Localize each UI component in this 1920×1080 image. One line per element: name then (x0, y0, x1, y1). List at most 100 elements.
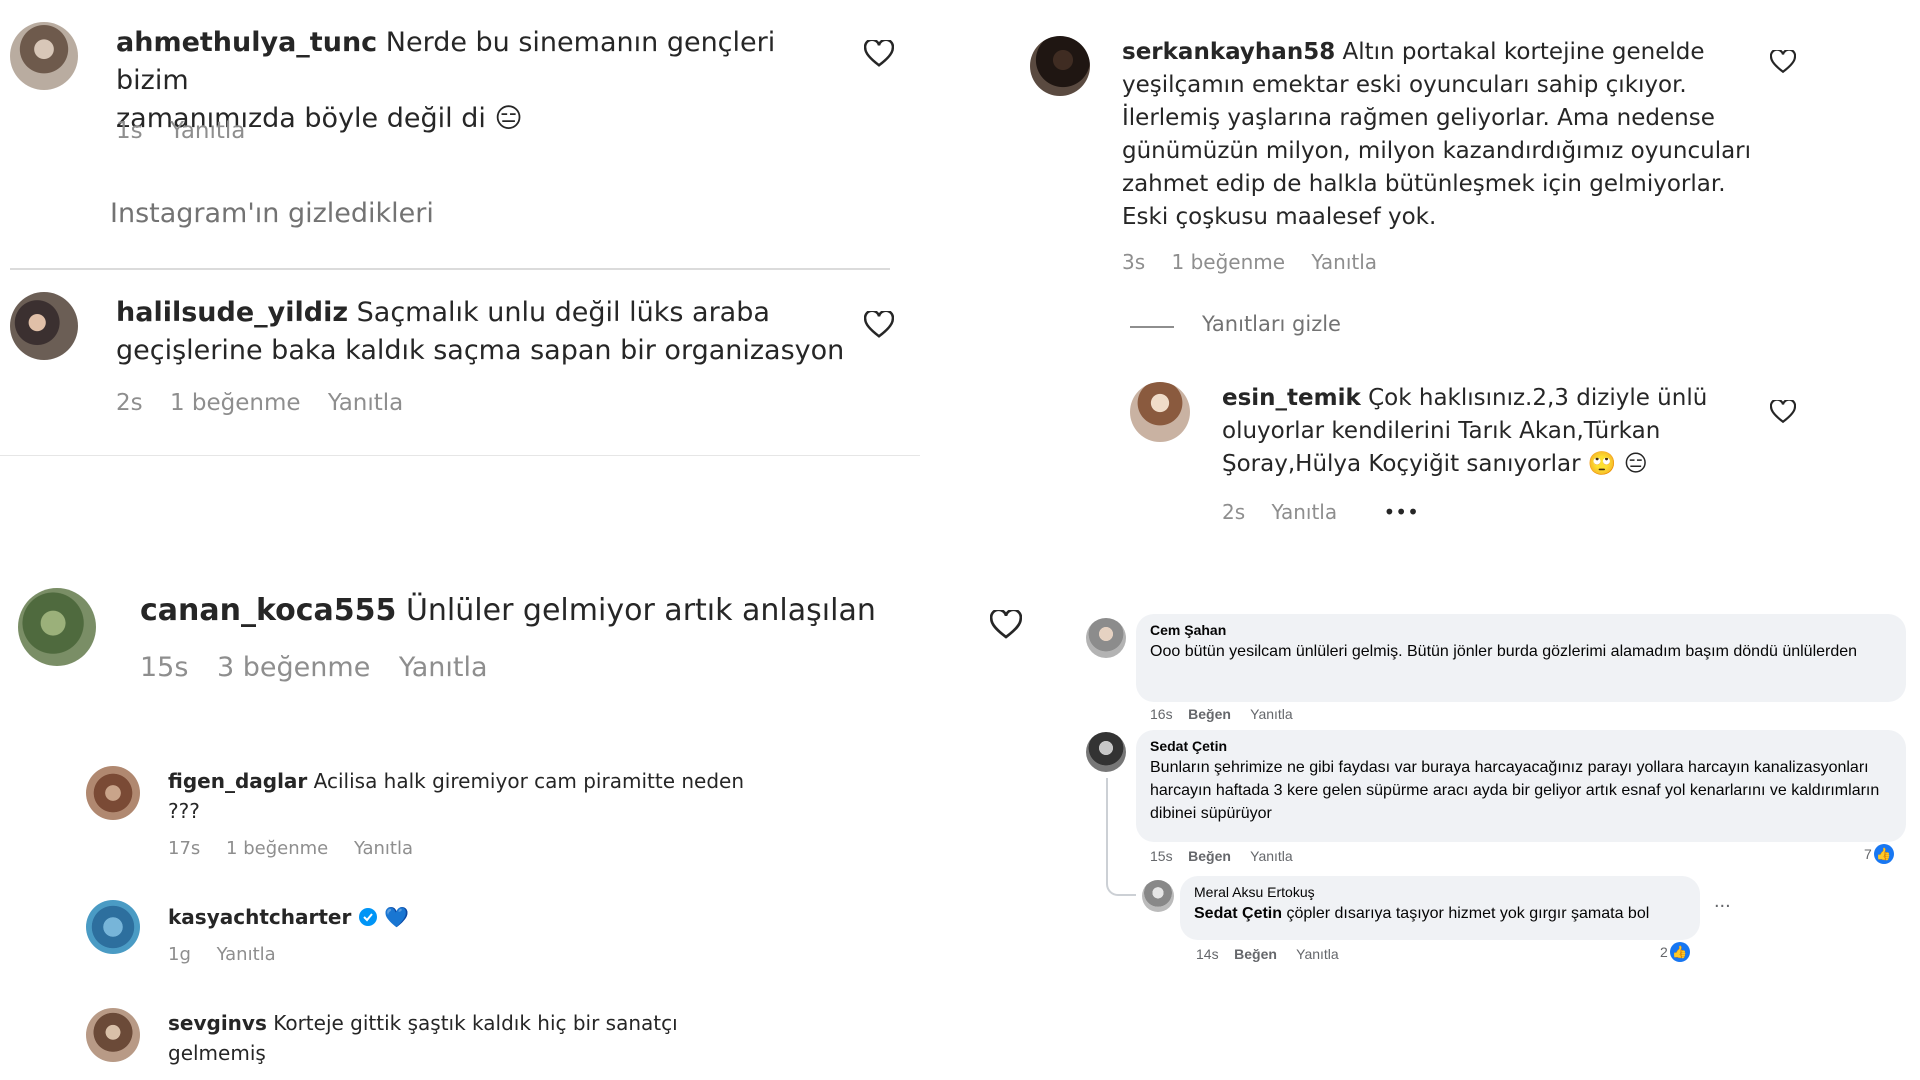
comment-meta: 15s 3 beğenme Yanıtla (140, 652, 508, 683)
like-button[interactable]: Beğen (1188, 706, 1231, 722)
reply-button[interactable]: Yanıtla (354, 838, 413, 859)
comment-meta: 1s Yanıtla (116, 118, 265, 144)
comment-body: kasyachtcharter 💙 (168, 902, 409, 932)
more-options-icon[interactable]: ... (1714, 890, 1731, 913)
heart-icon[interactable] (864, 311, 894, 339)
comment-text: Saçmalık unlu değil lüks araba (356, 297, 770, 328)
avatar[interactable] (1130, 382, 1190, 442)
username[interactable]: kasyachtcharter (168, 905, 351, 929)
comment-text: yeşilçamın emektar eski oyuncuları sahip… (1122, 72, 1687, 98)
more-options-icon[interactable]: ••• (1383, 500, 1418, 524)
comment-meta: 3s 1 beğenme Yanıtla (1122, 250, 1397, 274)
mention-link[interactable]: Sedat Çetin (1194, 905, 1282, 922)
comment-actions: 14s Beğen Yanıtla (1196, 946, 1339, 962)
likes-count[interactable]: 1 beğenme (226, 838, 328, 859)
reply-button[interactable]: Yanıtla (1250, 848, 1293, 864)
avatar[interactable] (86, 1008, 140, 1062)
comment-text: Bunların şehrimize ne gibi faydası var b… (1150, 759, 1880, 822)
comment-text: Korteje gittik şaştık kaldık hiç bir san… (273, 1011, 678, 1035)
comment-text: ??? (168, 799, 200, 823)
comment-meta: 17s 1 beğenme Yanıtla (168, 838, 433, 859)
heart-icon[interactable] (990, 610, 1022, 640)
commenter-name[interactable]: Cem Şahan (1150, 622, 1892, 638)
reply-button[interactable]: Yanıtla (1250, 706, 1293, 722)
like-count-badge[interactable]: 2 👍 (1660, 942, 1690, 962)
comment-bubble: Cem Şahan Ooo bütün yesilcam ünlüleri ge… (1136, 614, 1906, 702)
comment-text: Eski çoşkusu maalesef yok. (1122, 204, 1437, 230)
avatar[interactable] (10, 22, 78, 90)
comment-text: Ooo bütün yesilcam ünlüleri gelmiş. Bütü… (1150, 643, 1858, 660)
comment-text: çöpler dısarıya taşıyor hizmet yok gırgı… (1286, 905, 1650, 922)
username[interactable]: figen_daglar (168, 769, 307, 793)
expressionless-emoji: 😑 (1623, 451, 1648, 477)
like-button[interactable]: Beğen (1188, 848, 1231, 864)
comment-text: geçişlerine baka kaldık saçma sapan bir … (116, 335, 845, 366)
commenter-name[interactable]: Meral Aksu Ertokuş (1194, 884, 1686, 900)
comment-text: Altın portakal kortejine genelde (1342, 39, 1705, 65)
comment-text: oluyorlar kendilerini Tarık Akan,Türkan (1222, 418, 1661, 444)
comment-body: halilsude_yildiz Saçmalık unlu değil lük… (116, 294, 876, 370)
username[interactable]: sevginvs (168, 1011, 267, 1035)
likes-count[interactable]: 3 beğenme (217, 652, 370, 683)
heart-icon[interactable] (1770, 400, 1796, 424)
reply-button[interactable]: Yanıtla (399, 652, 488, 683)
reply-button[interactable]: Yanıtla (1311, 250, 1377, 274)
reply-thread-line (1106, 778, 1136, 896)
timestamp: 2s (116, 390, 143, 416)
avatar[interactable] (10, 292, 78, 360)
comment-body: figen_daglar Acilisa halk giremiyor cam … (168, 766, 788, 826)
timestamp: 14s (1196, 946, 1219, 962)
heart-icon[interactable] (1770, 50, 1796, 74)
likes-count[interactable]: 1 beğenme (1172, 250, 1286, 274)
comment-text: Çok haklısınız.2,3 diziyle ünlü (1368, 385, 1708, 411)
comment-text: İlerlemiş yaşlarına rağmen geliyorlar. A… (1122, 105, 1715, 131)
reply-button[interactable]: Yanıtla (217, 944, 276, 965)
like-count-badge[interactable]: 7 👍 (1864, 844, 1894, 864)
timestamp: 17s (168, 838, 201, 859)
reply-button[interactable]: Yanıtla (170, 118, 245, 144)
replies-line (1130, 326, 1174, 328)
avatar[interactable] (1086, 618, 1126, 658)
timestamp: 1s (116, 118, 143, 144)
reply-button[interactable]: Yanıtla (1296, 946, 1339, 962)
avatar[interactable] (1030, 36, 1090, 96)
comment-text: zahmet edip de halkla bütünleşmek için g… (1122, 171, 1726, 197)
comment-text: gelmemiş (168, 1041, 266, 1065)
username[interactable]: serkankayhan58 (1122, 39, 1335, 65)
commenter-name[interactable]: Sedat Çetin (1150, 738, 1892, 754)
comment-actions: 16s Beğen Yanıtla (1150, 706, 1293, 722)
verified-badge-icon (358, 908, 377, 926)
divider (0, 455, 920, 456)
expressionless-emoji: 😑 (494, 103, 523, 134)
comment-body: esin_temik Çok haklısınız.2,3 diziyle ün… (1222, 382, 1742, 481)
username[interactable]: halilsude_yildiz (116, 297, 348, 328)
like-button[interactable]: Beğen (1234, 946, 1277, 962)
avatar[interactable] (86, 766, 140, 820)
comment-body: serkankayhan58 Altın portakal kortejine … (1122, 36, 1762, 234)
heart-icon[interactable] (864, 40, 894, 68)
avatar[interactable] (18, 588, 96, 666)
likes-count[interactable]: 1 beğenme (170, 390, 301, 416)
timestamp: 2s (1222, 500, 1246, 524)
comment-bubble: Sedat Çetin Bunların şehrimize ne gibi f… (1136, 730, 1906, 842)
like-count: 7 (1864, 846, 1872, 862)
avatar[interactable] (86, 900, 140, 954)
comment-text: Acilisa halk giremiyor cam piramitte ned… (313, 769, 745, 793)
reply-button[interactable]: Yanıtla (328, 390, 403, 416)
like-count: 2 (1660, 944, 1668, 960)
username[interactable]: esin_temik (1222, 385, 1361, 411)
timestamp: 15s (1150, 848, 1173, 864)
eye-roll-emoji: 🙄 (1587, 451, 1617, 477)
comment-meta: 1g Yanıtla (168, 944, 296, 965)
blue-heart-emoji: 💙 (384, 905, 409, 929)
comment-text: Ünlüler gelmiyor artık anlaşılan (405, 593, 876, 628)
hide-replies-button[interactable]: Yanıtları gizle (1202, 312, 1341, 336)
username[interactable]: canan_koca555 (140, 593, 396, 628)
comment-meta: 2s Yanıtla ••• (1222, 500, 1439, 524)
avatar[interactable] (1142, 880, 1174, 912)
divider (10, 268, 890, 270)
avatar[interactable] (1086, 732, 1126, 772)
reply-button[interactable]: Yanıtla (1272, 500, 1338, 524)
hidden-comments-link[interactable]: Instagram'ın gizledikleri (110, 198, 434, 229)
username[interactable]: ahmethulya_tunc (116, 27, 377, 58)
